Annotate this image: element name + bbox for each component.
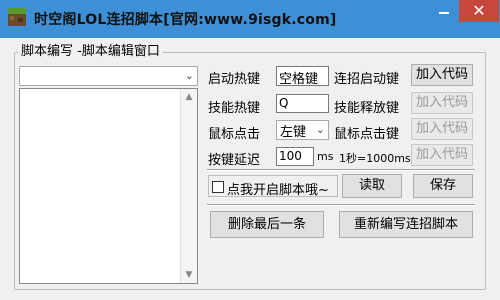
add-code-button-4[interactable]: 加入代码 bbox=[411, 144, 473, 166]
group-label: 脚本编写 -脚本编辑窗口 bbox=[18, 40, 163, 59]
combo-start-key-label: 连招启动键 bbox=[334, 72, 400, 87]
mouse-button-value: 左键 bbox=[280, 125, 307, 140]
close-button[interactable]: ✕ bbox=[459, 0, 499, 22]
add-code-button-1[interactable]: 加入代码 bbox=[411, 64, 473, 86]
enable-script-checkbox[interactable] bbox=[212, 181, 224, 193]
key-delay-field[interactable]: 100 bbox=[276, 147, 314, 166]
skill-hotkey-field[interactable]: Q bbox=[276, 94, 329, 113]
ms-unit: ms bbox=[317, 150, 334, 163]
chevron-down-icon[interactable]: ⌄ bbox=[316, 123, 325, 136]
add-code-button-3[interactable]: 加入代码 bbox=[411, 118, 473, 140]
skill-hotkey-label: 技能热键 bbox=[208, 101, 261, 116]
divider bbox=[207, 169, 475, 171]
divider bbox=[207, 204, 475, 206]
script-list[interactable]: ▲ ▼ bbox=[19, 88, 198, 284]
close-icon: ✕ bbox=[472, 1, 486, 20]
minimize-button[interactable] bbox=[430, 0, 458, 22]
app-icon bbox=[8, 8, 26, 26]
read-button[interactable]: 读取 bbox=[342, 174, 402, 198]
start-hotkey-label: 启动热键 bbox=[208, 72, 261, 87]
chevron-down-icon[interactable]: ⌄ bbox=[185, 69, 194, 82]
start-hotkey-field[interactable]: 空格键 bbox=[276, 66, 329, 86]
key-delay-label: 按键延迟 bbox=[208, 153, 261, 168]
save-button[interactable]: 保存 bbox=[413, 174, 473, 198]
skill-release-key-label: 技能释放键 bbox=[334, 101, 400, 116]
scroll-down-icon[interactable]: ▼ bbox=[181, 267, 197, 283]
rewrite-script-button[interactable]: 重新编写连招脚本 bbox=[339, 211, 473, 238]
scroll-up-icon[interactable]: ▲ bbox=[181, 89, 197, 105]
mouse-click-label: 鼠标点击 bbox=[208, 127, 261, 142]
enable-script-label[interactable]: 点我开启脚本哦~ bbox=[227, 179, 329, 198]
add-code-button-2[interactable]: 加入代码 bbox=[411, 92, 473, 114]
window-title: 时空阁LOL连招脚本[官网:www.9isgk.com] bbox=[34, 12, 337, 28]
script-select[interactable]: ⌄ bbox=[19, 66, 198, 86]
mouse-click-key-label: 鼠标点击键 bbox=[334, 127, 400, 142]
scrollbar[interactable]: ▲ ▼ bbox=[180, 89, 197, 283]
delay-note: 1秒=1000ms bbox=[339, 152, 411, 165]
delete-last-button[interactable]: 删除最后一条 bbox=[210, 211, 324, 238]
mouse-button-select[interactable]: 左键 ⌄ bbox=[276, 120, 329, 140]
